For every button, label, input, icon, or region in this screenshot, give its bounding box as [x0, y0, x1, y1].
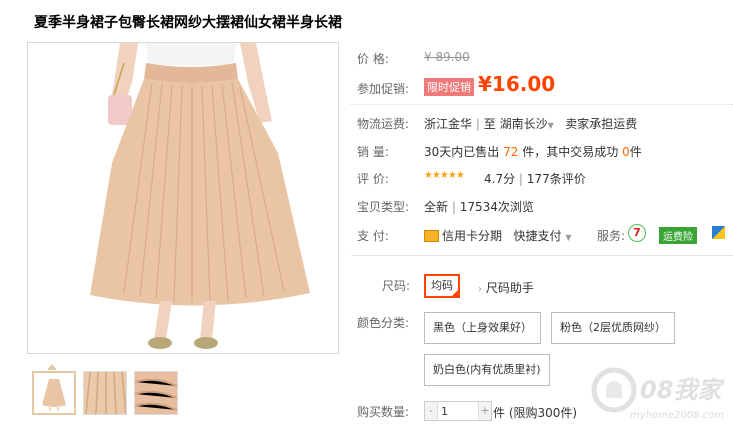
shipping-label: 物流运费:: [357, 117, 410, 131]
size-helper-label: 尺码助手: [485, 281, 534, 295]
item-type-info: 全新 | 17534次浏览: [424, 198, 534, 215]
item-condition: 全新: [424, 200, 449, 214]
thumbnail-1[interactable]: [32, 371, 76, 415]
shipping-from: 浙江金华: [424, 117, 473, 131]
sales-prefix: 30天内已售出: [424, 145, 500, 159]
shipping-separator: |: [475, 117, 480, 131]
promo-tag-badge: 限时促销: [424, 78, 474, 96]
skirt-photo: [28, 43, 338, 353]
service-label: 服务:: [597, 229, 626, 243]
shipping-destination: 湖南长沙: [499, 117, 548, 131]
size-option-label: 均码: [431, 279, 453, 292]
thumbnail-2-image: [84, 372, 126, 414]
quick-pay-dropdown[interactable]: 快捷支付 ▼: [513, 229, 571, 243]
rating-stars-icon: ★★★★★: [424, 170, 465, 181]
quantity-decrease-button[interactable]: -: [425, 402, 438, 420]
payment-info: 信用卡分期 快捷支付 ▼: [424, 227, 571, 244]
price-divider: [351, 104, 733, 105]
rating-separator: |: [518, 172, 523, 186]
credit-card-installment-label: 信用卡分期: [442, 229, 503, 243]
svg-text:08我家: 08我家: [640, 376, 725, 404]
credit-card-icon: [424, 229, 439, 242]
sales-label: 销 量:: [357, 145, 389, 159]
sales-success-count: 0: [622, 145, 630, 159]
quantity-increase-button[interactable]: +: [478, 402, 491, 420]
price-label: 价 格:: [357, 52, 389, 66]
site-watermark-logo: 08我家 myhome2008.com: [590, 360, 733, 430]
item-views: 17534次浏览: [459, 200, 534, 214]
payment-label: 支 付:: [357, 229, 389, 243]
sales-sold-count: 72: [503, 145, 519, 159]
rating-label: 评 价:: [357, 172, 389, 186]
sales-mid: 件，其中交易成功: [522, 145, 619, 159]
color-option-ivory[interactable]: 奶白色(内有优质里衬): [424, 354, 550, 386]
rating-info: 4.7分 | 177条评价: [484, 170, 586, 187]
rating-score: 4.7分: [484, 172, 516, 186]
thumbnail-pointer: [47, 364, 57, 370]
thumbnail-2[interactable]: [83, 371, 127, 415]
promo-price: ¥16.00: [478, 72, 556, 96]
thumbnail-3[interactable]: [134, 371, 178, 415]
shipping-fee: 卖家承担运费: [565, 117, 638, 131]
color-option-black[interactable]: 黑色（上身效果好）: [424, 312, 541, 344]
quantity-stepper: - +: [424, 401, 492, 421]
svg-text:myhome2008.com: myhome2008.com: [630, 410, 724, 421]
service-guarantee-icon[interactable]: [712, 226, 725, 239]
thumbnail-3-image: [135, 372, 177, 414]
quantity-label: 购买数量:: [357, 405, 410, 419]
quantity-input[interactable]: [438, 402, 482, 420]
color-option-pink[interactable]: 粉色（2层优质网纱）: [551, 312, 675, 344]
seven-day-return-icon[interactable]: 7: [628, 224, 646, 242]
shipping-to-prefix: 至: [483, 117, 496, 131]
original-price: ¥ 89.00: [424, 50, 470, 64]
product-title: 夏季半身裙子包臀长裙网纱大摆裙仙女裙半身长裙: [34, 15, 342, 31]
quantity-limit: 件 (限购300件): [493, 406, 578, 420]
sales-info: 30天内已售出 72 件，其中交易成功 0件: [424, 143, 642, 160]
color-label: 颜色分类:: [357, 316, 410, 330]
item-type-label: 宝贝类型:: [357, 200, 410, 214]
size-option-selected[interactable]: 均码: [424, 274, 460, 298]
thumbnail-1-image: [34, 373, 74, 413]
chevron-down-icon: ▼: [565, 233, 572, 242]
chevron-right-icon: ›: [478, 284, 482, 295]
item-type-separator: |: [451, 200, 456, 214]
shipping-insurance-badge[interactable]: 运费险: [659, 227, 697, 244]
size-helper-link[interactable]: › 尺码助手: [478, 279, 534, 296]
shipping-info: 浙江金华 | 至 湖南长沙▼ 卖家承担运费: [424, 115, 637, 132]
credit-card-installment[interactable]: 信用卡分期: [424, 229, 502, 243]
selected-check-icon: [451, 289, 459, 297]
rating-reviews-link[interactable]: 177条评价: [527, 172, 586, 186]
main-product-image[interactable]: [27, 42, 339, 354]
size-label: 尺码:: [382, 279, 411, 293]
shipping-destination-dropdown[interactable]: 湖南长沙▼: [500, 117, 554, 131]
chevron-down-icon: ▼: [547, 121, 554, 130]
sales-suffix: 件: [629, 145, 642, 159]
promo-label: 参加促销:: [357, 82, 410, 96]
options-divider: [351, 255, 733, 256]
watermark-icon: 08我家 myhome2008.com: [591, 367, 725, 421]
quick-pay-label: 快捷支付: [513, 229, 562, 243]
